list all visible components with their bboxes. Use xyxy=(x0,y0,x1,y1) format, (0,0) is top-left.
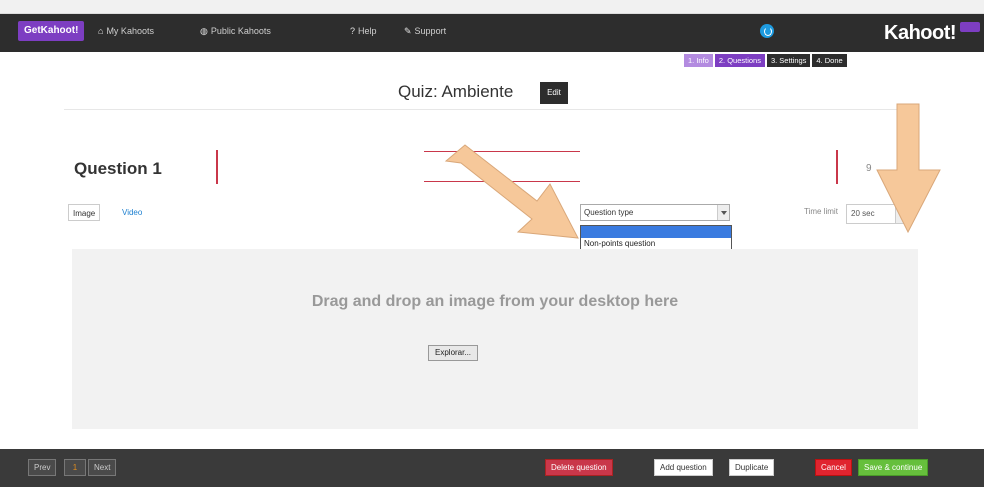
step-questions[interactable]: 2. Questions xyxy=(714,54,765,67)
progress-steps: 1. Info 2. Questions 3. Settings 4. Done xyxy=(684,54,849,67)
browser-bookmark-bar xyxy=(0,0,984,14)
answer-marker-left xyxy=(216,150,218,184)
user-menu[interactable] xyxy=(760,22,780,40)
answer-marker-right xyxy=(836,150,838,184)
save-continue-button[interactable]: Save & continue xyxy=(858,459,929,476)
nav-public-kahoots-label: Public Kahoots xyxy=(210,26,271,36)
next-button[interactable]: Next xyxy=(88,459,117,476)
question-type-dropdown: Non-points question xyxy=(580,225,732,251)
tab-video[interactable]: Video xyxy=(118,204,146,221)
time-limit-select[interactable]: 20 sec xyxy=(846,204,908,224)
page-number[interactable]: 1 xyxy=(64,459,86,476)
tab-image[interactable]: Image xyxy=(68,204,101,221)
nav-my-kahoots-label: My Kahoots xyxy=(106,26,154,36)
chevron-down-icon xyxy=(717,205,729,220)
character-counter: 9 xyxy=(866,163,872,174)
divider xyxy=(64,109,916,110)
chevron-down-icon xyxy=(895,205,907,223)
bottom-action-bar: Prev 1 Next Delete question Add question… xyxy=(0,449,984,487)
browse-button[interactable]: Explorar... xyxy=(428,345,479,361)
nav-public-kahoots[interactable]: ◍ Public Kahoots xyxy=(200,26,271,37)
step-done[interactable]: 4. Done xyxy=(812,54,847,67)
nav-support[interactable]: ✎ Support xyxy=(404,26,446,37)
delete-question-button[interactable]: Delete question xyxy=(545,459,613,476)
step-settings[interactable]: 3. Settings xyxy=(766,54,811,67)
power-icon xyxy=(760,24,774,38)
nav-help[interactable]: ? Help xyxy=(350,26,377,36)
image-dropzone[interactable]: Drag and drop an image from your desktop… xyxy=(72,249,918,429)
page-title: Quiz: Ambiente xyxy=(398,82,514,101)
question-type-value: Question type xyxy=(584,208,634,217)
question-heading: Question 1 xyxy=(74,159,162,178)
logo-badge xyxy=(960,22,980,32)
top-navigation-bar: GetKahoot! ⌂ My Kahoots ◍ Public Kahoots ?… xyxy=(0,14,984,52)
nav-my-kahoots[interactable]: ⌂ My Kahoots xyxy=(98,26,154,36)
cancel-button[interactable]: Cancel xyxy=(815,459,852,476)
time-limit-value: 20 sec xyxy=(851,209,875,218)
prev-button[interactable]: Prev xyxy=(28,459,57,476)
dropzone-title: Drag and drop an image from your desktop… xyxy=(311,293,679,310)
home-icon: ⌂ xyxy=(98,26,104,36)
question-type-select[interactable]: Question type xyxy=(580,204,730,221)
step-info[interactable]: 1. Info xyxy=(684,54,713,67)
time-limit-label: Time limit xyxy=(804,207,838,216)
question-input[interactable] xyxy=(424,151,580,182)
add-question-button[interactable]: Add question xyxy=(654,459,713,476)
edit-title-button[interactable]: Edit xyxy=(540,82,568,104)
duplicate-button[interactable]: Duplicate xyxy=(729,459,775,476)
globe-icon: ◍ xyxy=(200,26,208,36)
kahoot-editor: GetKahoot! ⌂ My Kahoots ◍ Public Kahoots ?… xyxy=(0,0,984,487)
getkahoot-brand-button[interactable]: GetKahoot! xyxy=(18,21,85,41)
kahoot-logo: Kahoot! xyxy=(884,22,957,44)
dropdown-option[interactable] xyxy=(581,226,731,238)
help-icon: ? xyxy=(350,26,356,36)
nav-support-label: Support xyxy=(414,26,447,36)
chat-icon: ✎ xyxy=(404,26,412,36)
nav-help-label: Help xyxy=(358,26,377,36)
